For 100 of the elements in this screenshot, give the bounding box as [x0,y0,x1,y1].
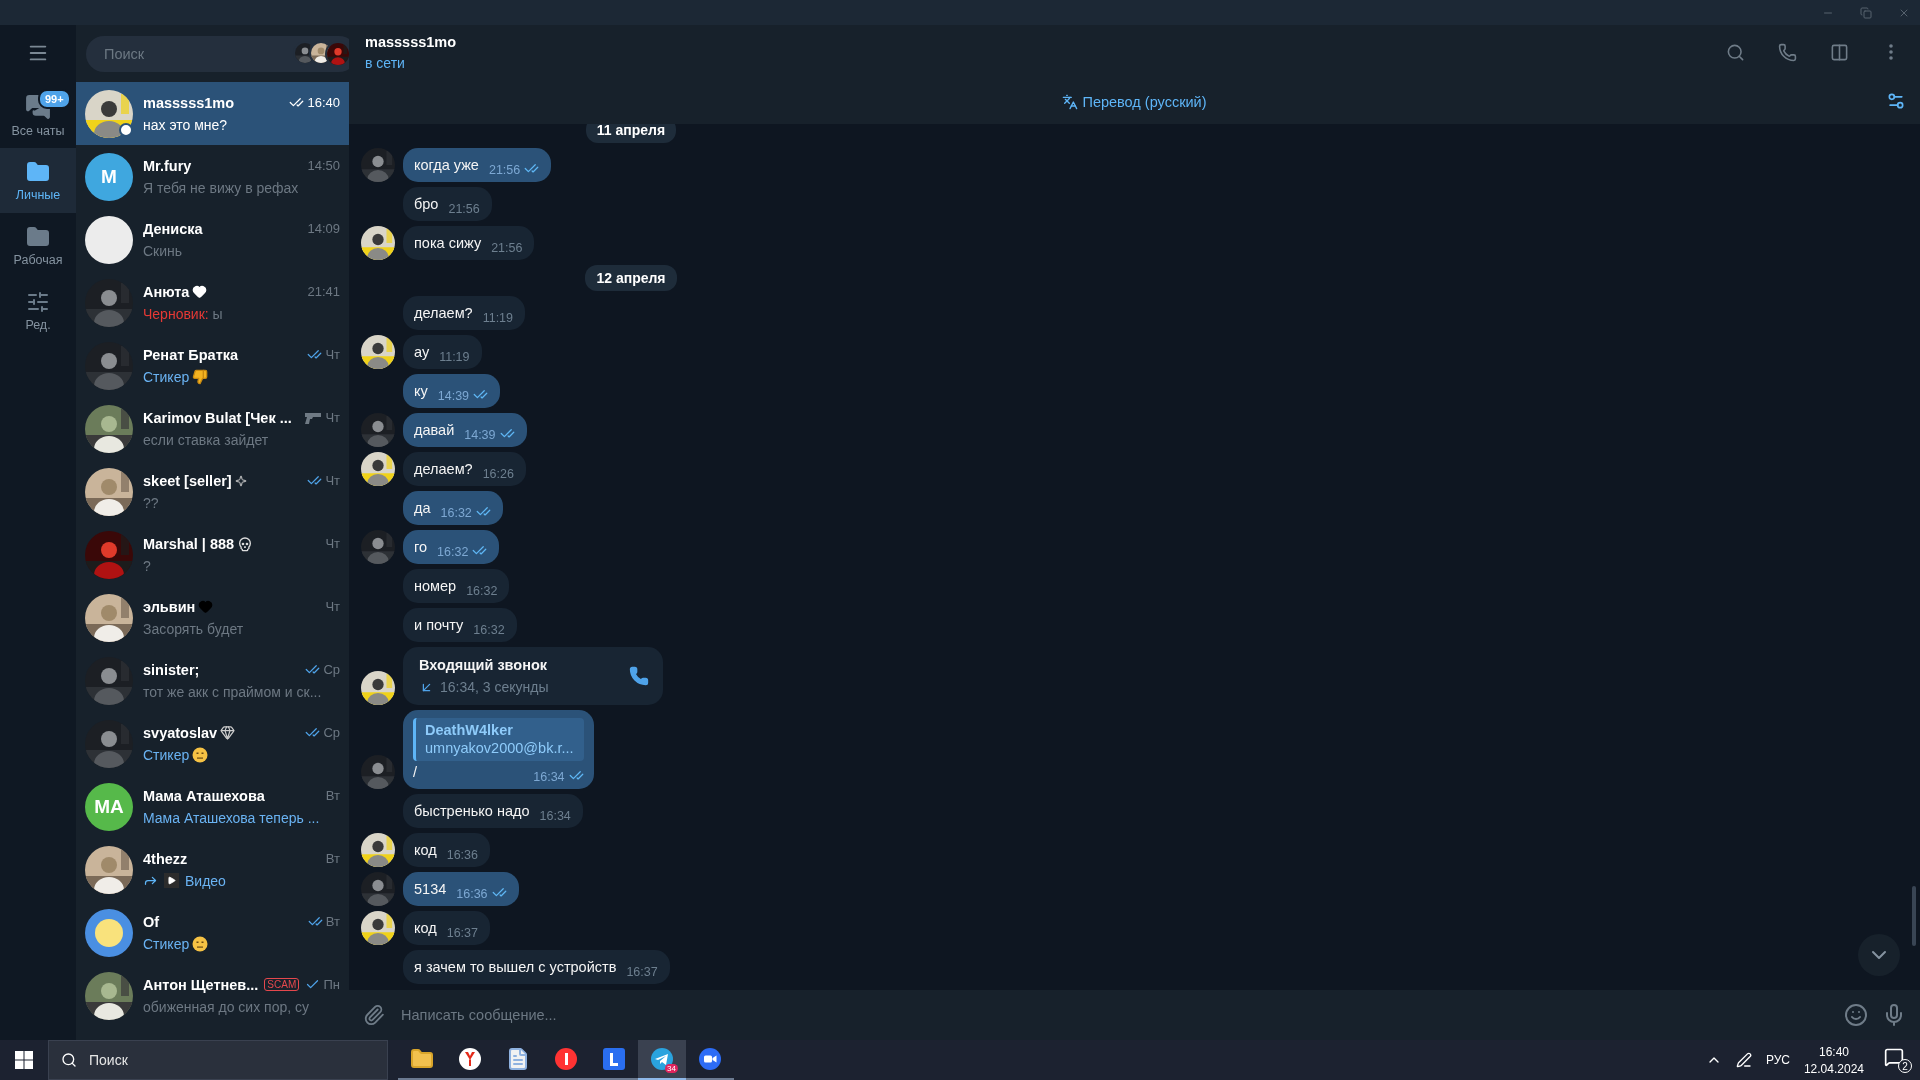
language-indicator[interactable]: РУС [1765,1053,1790,1067]
skull-icon [237,535,254,552]
chat-name: Mr.fury [143,157,192,174]
search-icon [1725,42,1745,62]
folder-tab[interactable]: Все чаты 99+ [0,83,76,148]
message-text: го [414,538,428,556]
emoji-button[interactable] [1844,1003,1868,1027]
chat-time: Чт [325,599,340,614]
message-time: 16:36 [456,887,488,901]
message-time: 16:32 [466,584,498,598]
chat-list-item[interactable]: Ренат Братка Чт Стикер [76,334,349,397]
chat-list-item[interactable]: Of Вт Стикер [76,901,349,964]
search-icon [61,1052,77,1068]
unread-badge: 34 [665,1064,678,1073]
folder-tab[interactable]: Личные [0,148,76,213]
chat-list-item[interactable]: эльвин Чт Засорять будет [76,586,349,649]
chat-preview: если ставка зайдет [143,431,269,448]
search-field[interactable]: Поиск [86,35,349,72]
chat-name: 4thezz [143,850,188,867]
video-camera-icon [698,1047,722,1071]
message-text: я зачем то вышел с устройств [414,958,617,976]
chat-list-item[interactable]: skeet [seller] Чт ?? [76,460,349,523]
message-time: 11:19 [439,350,470,364]
chat-list-item[interactable]: M Mr.fury 14:50 Я тебя не вижу в рефах [76,145,349,208]
translate-button[interactable]: Перевод (русский) [1062,93,1207,110]
clock[interactable]: 16:40 12.04.2024 [1803,1044,1864,1076]
translate-settings-button[interactable] [1886,91,1906,111]
chat-name: Дениска [143,220,203,237]
folder-tab[interactable]: Ред. [0,278,76,343]
taskbar-search-input[interactable]: Поиск [87,1051,375,1069]
message-time: 21:56 [488,163,521,177]
chat-time: Пн [323,977,340,992]
heart-icon [192,284,208,299]
chat-time: 14:09 [307,221,340,236]
phone-icon[interactable] [629,666,649,686]
message-time: 16:32 [437,545,469,559]
message-time: 16:32 [440,506,472,520]
taskbar-app-button[interactable]: 34 [638,1040,686,1080]
scrollbar[interactable] [1912,886,1916,946]
panel-icon [1829,42,1849,62]
contact-card[interactable]: DeathW4lker umnyakov2000@bk.r... [413,718,584,761]
chat-name: Ренат Братка [143,346,239,363]
sliders-icon [1886,91,1906,111]
chat-time: Чт [325,473,340,488]
message-composer[interactable]: Написать сообщение... [349,990,1920,1040]
folder-tab[interactable]: Рабочая [0,213,76,278]
chat-list-item[interactable]: masssss1mo 16:40 нах это мне? [76,82,349,145]
unread-badge: 99+ [38,89,71,109]
chat-time: Чт [325,347,340,362]
search-input[interactable]: Поиск [102,44,293,63]
gem-icon [220,725,236,740]
chat-list-item[interactable]: Marshal | 888 Чт ? [76,523,349,586]
chat-list-item[interactable]: sinister; Ср тот же акк с праймом и ск... [76,649,349,712]
chat-time: 14:50 [307,158,340,173]
chat-list-item[interactable]: Дениска 14:09 Скинь [76,208,349,271]
clock-date: 12.04.2024 [1803,1061,1864,1076]
circle-logo-icon [554,1047,578,1071]
chat-time: 16:40 [307,95,340,110]
chat-preview: Стикер [143,935,190,952]
more-icon [1889,44,1893,60]
chat-preview: Стикер [143,368,190,385]
message-text: да [414,499,431,517]
chat-list-item[interactable]: Karimov Bulat [Чек ... Чт если ставка зайдет [76,397,349,460]
chat-list-item[interactable]: Антон Щетнев... SCAM Пн обиженная до сих пор, су [76,964,349,1027]
chat-preview: Черновик: ы [143,305,223,322]
message-text: код [414,919,437,937]
chat-name: Karimov Bulat [Чек ... [143,409,292,426]
chat-time: Ср [323,725,340,740]
chat-list-item[interactable]: svyatoslav Ср Стикер [76,712,349,775]
date-badge: 12 апреля [585,265,677,291]
smile-icon [1844,1003,1868,1027]
notifications-button[interactable]: 2 [1884,1047,1912,1073]
call-title: Входящий звонок [419,657,549,673]
heart-icon [198,599,214,614]
chat-name: Антон Щетнев... [143,976,259,993]
chat-preview: Стикер [143,746,190,763]
chat-preview: Мама Аташехова теперь ... [143,809,320,826]
chat-time: Ср [323,662,340,677]
online-status: в сети [365,54,406,71]
chat-preview: ?? [143,494,159,511]
message-input[interactable]: Написать сообщение... [399,1006,1830,1024]
chat-time: Чт [325,410,340,425]
message-time: 16:34 [539,809,571,823]
clock-time: 16:40 [1818,1044,1849,1059]
chat-preview: тот же акк с праймом и ск... [143,683,322,700]
message-text: когда уже [414,156,479,174]
chat-list-item[interactable]: 4thezz Вт Видео [76,838,349,901]
avatar [85,215,133,264]
message-time: 11:19 [482,311,514,325]
chat-list-item[interactable]: MA Мама Аташехова Вт Мама Аташехова теперь ... [76,775,349,838]
scroll-down-button[interactable] [1858,934,1900,976]
chat-preview: обиженная до сих пор, су [143,998,309,1015]
message-text: пока сижу [414,234,482,252]
pen-icon[interactable] [1735,1052,1752,1068]
chat-list-item[interactable]: Анюта 21:41 Черновик: ы [76,271,349,334]
message-time: 21:56 [491,241,523,255]
video-thumbnail [164,873,179,888]
chat-preview: ? [143,557,151,574]
taskbar-search-field[interactable]: Поиск [48,1040,388,1080]
attach-button[interactable] [363,1004,385,1026]
